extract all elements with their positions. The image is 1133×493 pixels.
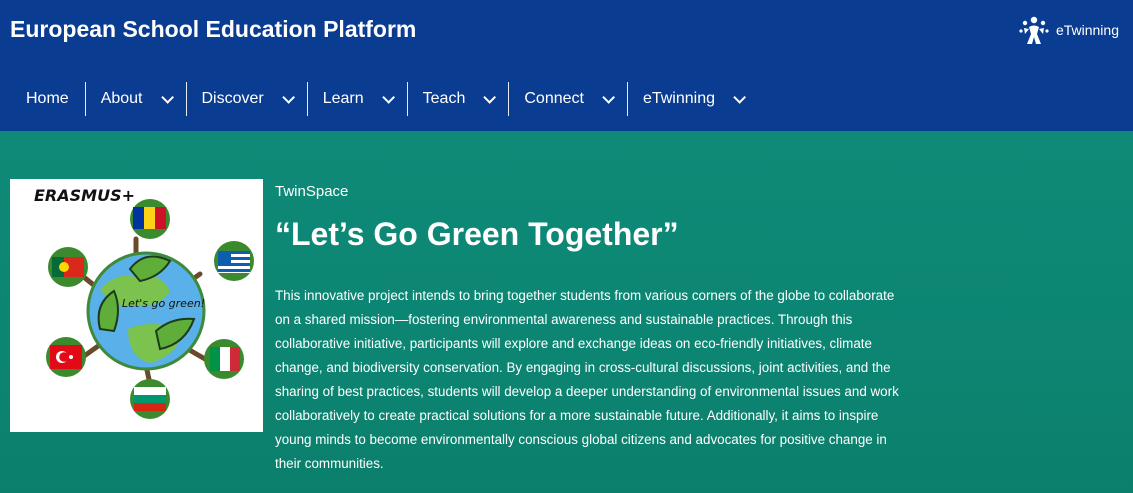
- bulgaria-flag-icon: [130, 379, 170, 419]
- chevron-down-icon[interactable]: [483, 90, 497, 104]
- nav-item-home[interactable]: Home: [10, 82, 85, 116]
- nav-item-label: Discover: [201, 90, 264, 107]
- project-description: This innovative project intends to bring…: [275, 288, 899, 471]
- portugal-flag-icon: [48, 247, 88, 287]
- nav-item-about[interactable]: About: [84, 82, 186, 116]
- project-hero: ERASMUS+ Let's go green! TwinSpace “Let’…: [0, 131, 1133, 493]
- etwinning-brand[interactable]: eTwinning: [1015, 14, 1119, 46]
- nav-item-connect[interactable]: Connect: [508, 82, 627, 116]
- nav-item-label: Home: [26, 90, 69, 107]
- nav-item-label: About: [100, 90, 143, 107]
- etwinning-logo-icon: [1015, 14, 1053, 46]
- nav-item-label: Connect: [524, 90, 584, 107]
- project-title: “Let’s Go Green Together”: [275, 216, 679, 252]
- chevron-down-icon[interactable]: [160, 90, 174, 104]
- chevron-down-icon[interactable]: [733, 90, 746, 104]
- nav-item-etwinning[interactable]: eTwinning: [626, 82, 758, 116]
- chevron-down-icon[interactable]: [381, 90, 395, 104]
- nav-item-label: Learn: [322, 90, 364, 107]
- italy-flag-icon: [204, 339, 244, 379]
- main-navigation: Home About Discover Learn Teach Connect …: [10, 82, 758, 116]
- project-logo-image: ERASMUS+ Let's go green!: [10, 179, 263, 432]
- etwinning-brand-label: eTwinning: [1055, 22, 1119, 38]
- nav-item-learn[interactable]: Learn: [306, 82, 407, 116]
- nav-item-teach[interactable]: Teach: [406, 82, 509, 116]
- project-kicker: TwinSpace: [275, 183, 349, 200]
- chevron-down-icon[interactable]: [602, 90, 615, 104]
- chevron-down-icon[interactable]: [281, 90, 295, 104]
- site-title[interactable]: European School Education Platform: [10, 16, 416, 43]
- greece-flag-icon: [214, 241, 254, 281]
- logo-globe-text: Let's go green!: [122, 297, 205, 310]
- nav-item-label: Teach: [422, 90, 466, 107]
- romania-flag-icon: [130, 199, 170, 239]
- logo-heading: ERASMUS+: [34, 186, 135, 205]
- nav-item-label: eTwinning: [642, 90, 715, 107]
- nav-item-discover[interactable]: Discover: [185, 82, 307, 116]
- site-header: European School Education Platform eTwin…: [0, 0, 1133, 131]
- turkey-flag-icon: [46, 337, 86, 377]
